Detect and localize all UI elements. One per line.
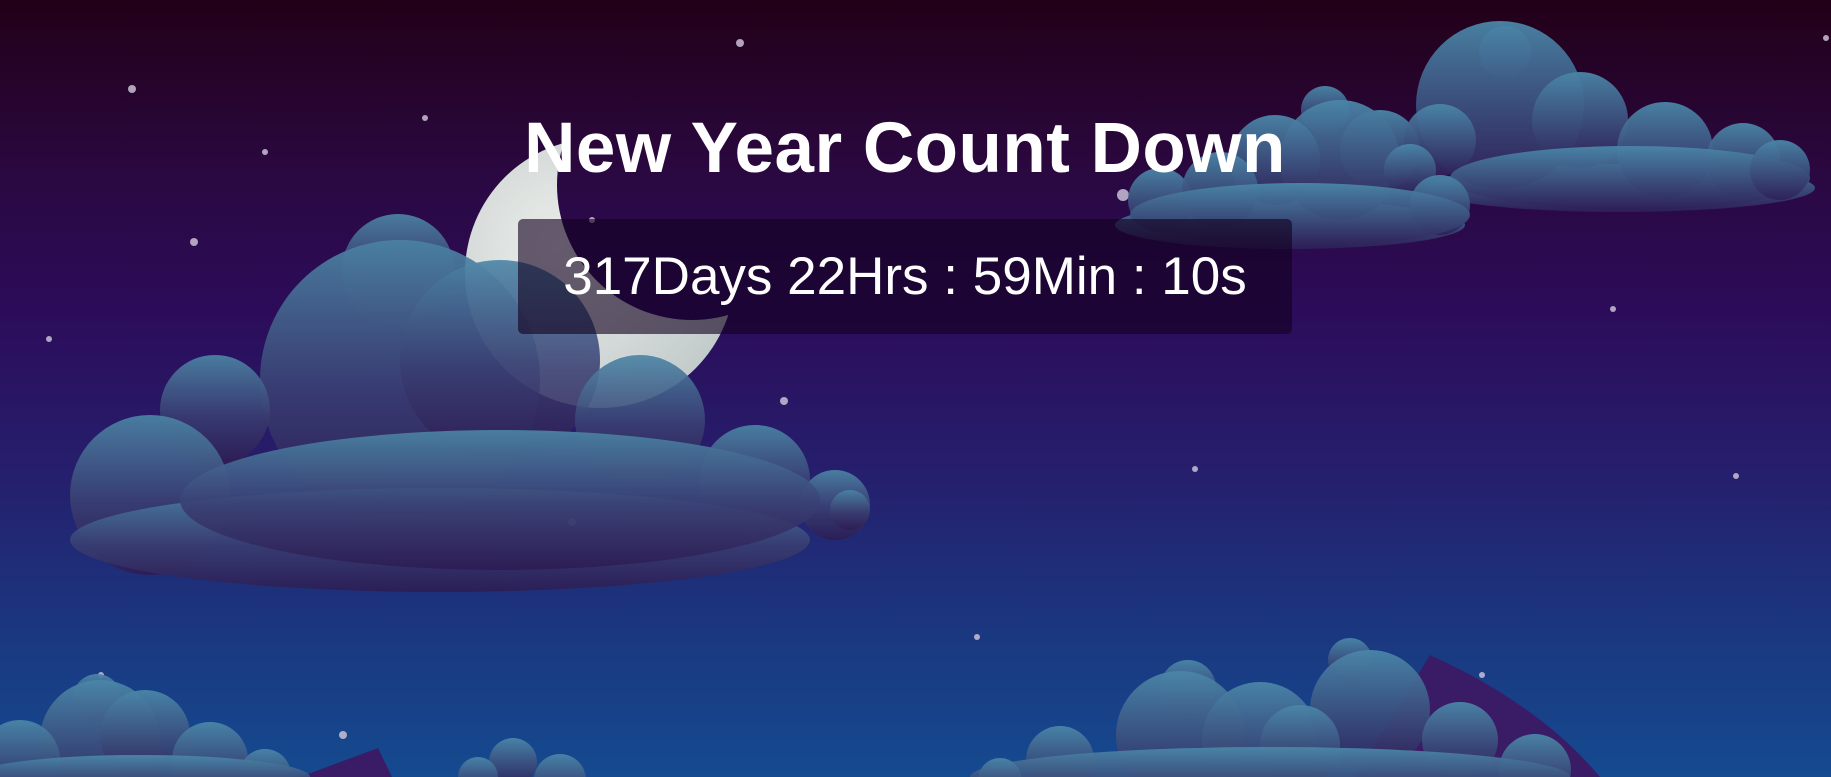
seconds-value: 10 xyxy=(1161,247,1221,306)
star-icon xyxy=(1479,672,1485,678)
cloud-icon xyxy=(0,674,310,777)
star-icon xyxy=(46,336,52,342)
hours-unit: Hrs xyxy=(846,247,929,306)
star-icon xyxy=(339,731,347,739)
star-icon xyxy=(780,397,788,405)
star-icon xyxy=(736,39,744,47)
time-separator: : xyxy=(928,247,973,306)
page-title: New Year Count Down xyxy=(524,109,1286,188)
cloud-icon xyxy=(458,738,586,777)
star-icon xyxy=(1610,306,1616,312)
time-separator: : xyxy=(1117,247,1162,306)
star-icon xyxy=(128,85,136,93)
days-unit: Days xyxy=(651,247,773,306)
star-icon xyxy=(974,634,980,640)
star-icon xyxy=(1192,466,1198,472)
star-icon xyxy=(1117,189,1129,201)
minutes-value: 59 xyxy=(972,247,1032,306)
countdown-timer: 317 Days 22 Hrs : 59 Min : 10 s xyxy=(518,219,1292,334)
minutes-unit: Min xyxy=(1031,247,1118,306)
seconds-unit: s xyxy=(1220,247,1247,306)
hill-shape xyxy=(300,748,392,777)
star-icon xyxy=(1823,35,1829,41)
days-value: 317 xyxy=(563,247,652,306)
hours-value: 22 xyxy=(787,247,847,306)
star-icon xyxy=(190,238,198,246)
star-icon xyxy=(1733,473,1739,479)
